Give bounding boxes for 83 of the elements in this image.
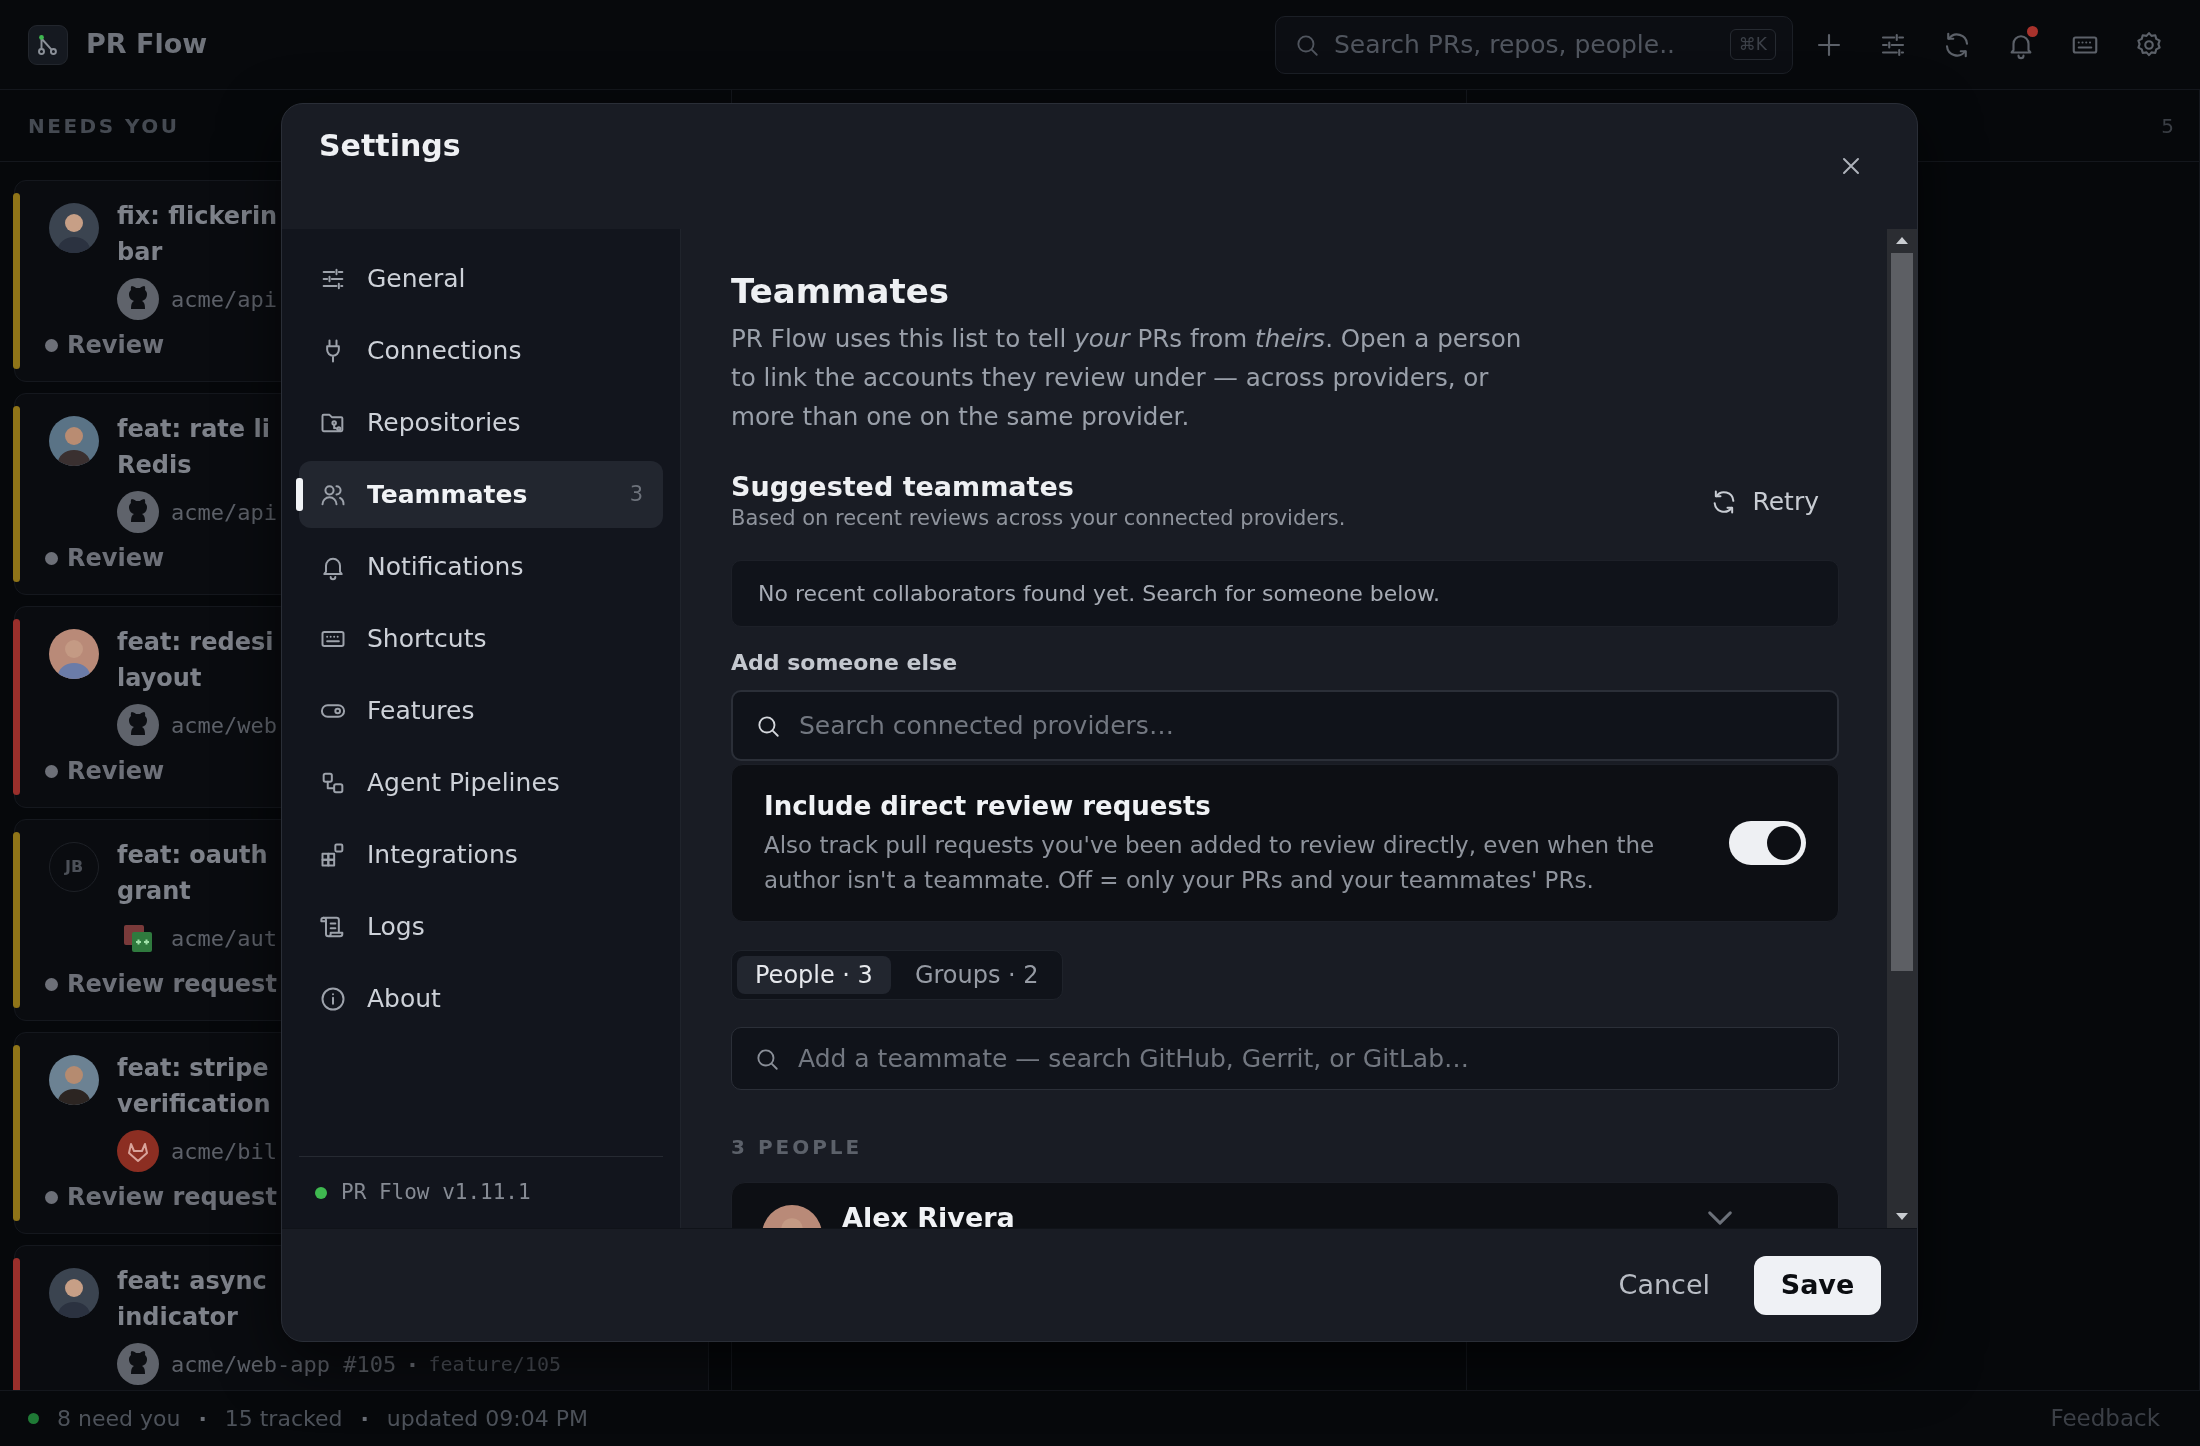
- nav-item[interactable]: Notifications: [299, 533, 663, 600]
- person-card[interactable]: Alex Rivera: [731, 1182, 1839, 1228]
- separator: ·: [360, 1405, 369, 1433]
- nav-item[interactable]: Logs: [299, 893, 663, 960]
- nav-item[interactable]: General: [299, 245, 663, 312]
- status-dot: [45, 977, 58, 991]
- column-title: NEEDS YOU: [28, 112, 180, 140]
- version-label: PR Flow v1.11.1: [341, 1178, 531, 1206]
- repo-icon: [117, 1343, 159, 1385]
- setting-description: Also track pull requests you've been added to review directly, even when the author isn't a teammate. Off = only your PRs and your teammates' PRs.: [764, 831, 1656, 895]
- search-input[interactable]: Add a teammate — search GitHub, Gerrit, or GitLab…: [798, 1039, 1816, 1078]
- subsection-subtitle: Based on recent reviews across your connected providers.: [731, 505, 1346, 532]
- avatar: [49, 1268, 99, 1318]
- chevron-icon: [1708, 1211, 1732, 1225]
- search-input[interactable]: Search connected providers…: [799, 706, 1815, 745]
- save-button[interactable]: Save: [1754, 1255, 1881, 1315]
- repo-icon: [117, 704, 159, 746]
- repo-name: acme/bil: [171, 1137, 277, 1166]
- repo-name: acme/aut: [171, 924, 277, 953]
- repo-name: acme/web-app #105: [171, 1350, 397, 1379]
- status-label: Review request: [67, 969, 277, 1000]
- person-name: Alex Rivera: [842, 1201, 1015, 1228]
- repo-name: acme/api: [171, 285, 277, 314]
- section-description: PR Flow uses this list to tell your PRs from theirs. Open a person to link the accounts they review under — across providers, or more than one on the same provider.: [731, 323, 1523, 433]
- repo-icon: [117, 278, 159, 320]
- field-label: Add someone else: [731, 649, 959, 677]
- separator: ·: [198, 1405, 207, 1433]
- nav-item[interactable]: Agent Pipelines: [299, 749, 663, 816]
- separator: ·: [408, 1350, 417, 1379]
- toggle-switch[interactable]: [1729, 821, 1806, 865]
- avatar: [49, 629, 99, 679]
- tab[interactable]: Groups · 2: [896, 956, 1057, 994]
- cancel-button[interactable]: Cancel: [1604, 1256, 1724, 1314]
- repo-icon: [117, 491, 159, 533]
- selection-bar: [296, 478, 303, 511]
- search-field[interactable]: Add a teammate — search GitHub, Gerrit, or GitLab…: [731, 1027, 1839, 1090]
- status-dot: [45, 1190, 58, 1204]
- nav-item[interactable]: Shortcuts: [299, 605, 663, 672]
- avatar: [49, 203, 99, 253]
- status-label: Review: [67, 330, 165, 361]
- setting-title: Include direct review requests: [764, 790, 1212, 823]
- pr-title: feat: oauth grant: [117, 840, 268, 907]
- pr-title: fix: flickerin bar: [117, 201, 278, 268]
- repo-icon: [117, 1130, 159, 1172]
- avatar: JB: [49, 842, 99, 892]
- list-heading: 3 PEOPLE: [731, 1134, 864, 1161]
- status-text: updated 09:04 PM: [386, 1405, 588, 1433]
- section-heading: Teammates: [731, 270, 951, 313]
- status-dot: [45, 764, 58, 778]
- pr-title: feat: async indicator: [117, 1266, 267, 1333]
- tab[interactable]: People · 3: [737, 956, 891, 994]
- status-dot: [45, 338, 58, 352]
- search-field[interactable]: Search connected providers…: [731, 690, 1839, 761]
- column-count: 5: [2161, 112, 2174, 140]
- pr-title: feat: stripe verification: [117, 1053, 271, 1120]
- nav-item[interactable]: About: [299, 965, 663, 1032]
- search-input[interactable]: Search PRs, repos, people..: [1334, 25, 1694, 64]
- retry-button[interactable]: Retry: [1710, 483, 1819, 521]
- dialog-title: Settings: [319, 127, 461, 165]
- status-dot: [28, 1413, 39, 1424]
- avatar: [49, 416, 99, 466]
- repo-name: acme/web: [171, 711, 277, 740]
- pr-title: feat: rate li Redis: [117, 414, 270, 481]
- nav-item[interactable]: Connections: [299, 317, 663, 384]
- nav-item[interactable]: Features: [299, 677, 663, 744]
- status-text: 15 tracked: [224, 1405, 343, 1433]
- status-dot: [315, 1186, 327, 1199]
- status-dot: [45, 551, 58, 565]
- nav-item[interactable]: Repositories: [299, 389, 663, 456]
- app-title: PR Flow: [86, 27, 208, 62]
- status-label: Review: [67, 543, 165, 574]
- status-label: Review request: [67, 1182, 277, 1213]
- empty-message: No recent collaborators found yet. Search for someone below.: [731, 560, 1839, 627]
- app-logo: [28, 24, 68, 65]
- status-label: Review: [67, 756, 165, 787]
- nav-item[interactable]: Teammates 3: [299, 461, 663, 528]
- subsection-title: Suggested teammates: [731, 470, 1075, 504]
- repo-name: acme/api: [171, 498, 277, 527]
- avatar: [49, 1055, 99, 1105]
- scrollbar-thumb[interactable]: [1891, 253, 1913, 971]
- nav-item[interactable]: Integrations: [299, 821, 663, 888]
- status-text: 8 need you: [57, 1405, 181, 1433]
- pr-title: feat: redesi layout: [117, 627, 274, 694]
